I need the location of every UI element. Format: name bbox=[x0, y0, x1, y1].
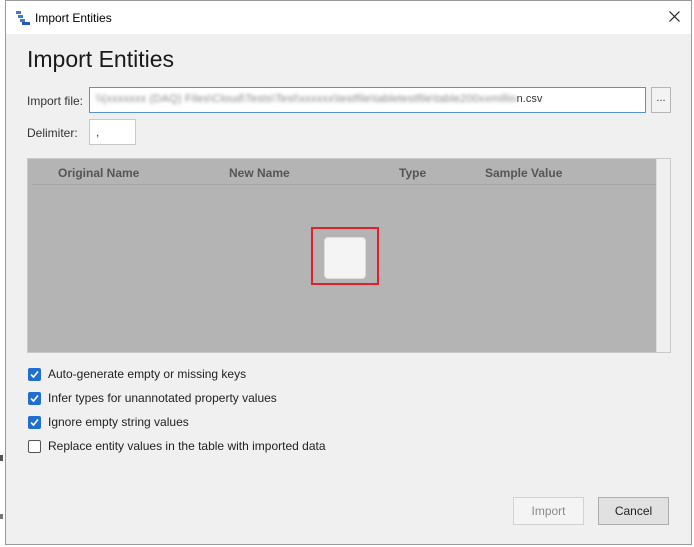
grid-scrollbar[interactable] bbox=[656, 159, 670, 352]
column-header-type[interactable]: Type bbox=[399, 166, 426, 180]
import-file-path-obscured: \\(xxxxxxx (DAQ) Files\Cloud\Tests\Test\… bbox=[96, 93, 517, 105]
entity-columns-grid: Original Name New Name Type Sample Value bbox=[27, 158, 671, 353]
import-entities-dialog: Import Entities Import Entities Import f… bbox=[5, 0, 692, 545]
column-header-original-name[interactable]: Original Name bbox=[58, 166, 139, 180]
page-title: Import Entities bbox=[27, 46, 174, 72]
import-file-input[interactable]: \\(xxxxxxx (DAQ) Files\Cloud\Tests\Test\… bbox=[89, 87, 646, 113]
close-icon bbox=[668, 9, 680, 27]
titlebar: Import Entities bbox=[6, 1, 691, 34]
column-header-new-name[interactable]: New Name bbox=[229, 166, 290, 180]
column-header-sample-value[interactable]: Sample Value bbox=[485, 166, 562, 180]
delimiter-input[interactable]: , bbox=[89, 119, 136, 145]
import-file-label: Import file: bbox=[27, 94, 84, 108]
screen: Import Entities Import Entities Import f… bbox=[0, 0, 694, 547]
background-window-edge-2 bbox=[0, 514, 3, 519]
browse-button[interactable]: ... bbox=[651, 87, 671, 113]
option-label: Replace entity values in the table with … bbox=[48, 439, 326, 453]
highlight-box bbox=[311, 227, 379, 285]
option-infer-types[interactable]: Infer types for unannotated property val… bbox=[28, 390, 277, 406]
checkbox-unchecked-icon[interactable] bbox=[28, 439, 41, 453]
checkbox-checked-icon[interactable] bbox=[28, 367, 41, 381]
cancel-button[interactable]: Cancel bbox=[598, 497, 669, 525]
table-app-icon bbox=[15, 10, 31, 26]
background-window-edge bbox=[0, 455, 3, 461]
option-label: Infer types for unannotated property val… bbox=[48, 391, 277, 405]
option-label: Ignore empty string values bbox=[48, 415, 189, 429]
checkbox-checked-icon[interactable] bbox=[28, 415, 41, 429]
close-button[interactable] bbox=[657, 1, 691, 34]
option-replace-entity-values[interactable]: Replace entity values in the table with … bbox=[28, 438, 326, 454]
import-file-path-suffix: n.csv bbox=[516, 93, 543, 105]
delimiter-label: Delimiter: bbox=[27, 126, 78, 140]
window-title: Import Entities bbox=[35, 11, 112, 25]
import-button[interactable]: Import bbox=[513, 497, 584, 525]
header-divider bbox=[32, 184, 656, 185]
option-ignore-empty-strings[interactable]: Ignore empty string values bbox=[28, 414, 189, 430]
option-auto-generate-keys[interactable]: Auto-generate empty or missing keys bbox=[28, 366, 246, 382]
option-label: Auto-generate empty or missing keys bbox=[48, 367, 247, 381]
checkbox-checked-icon[interactable] bbox=[28, 391, 41, 405]
